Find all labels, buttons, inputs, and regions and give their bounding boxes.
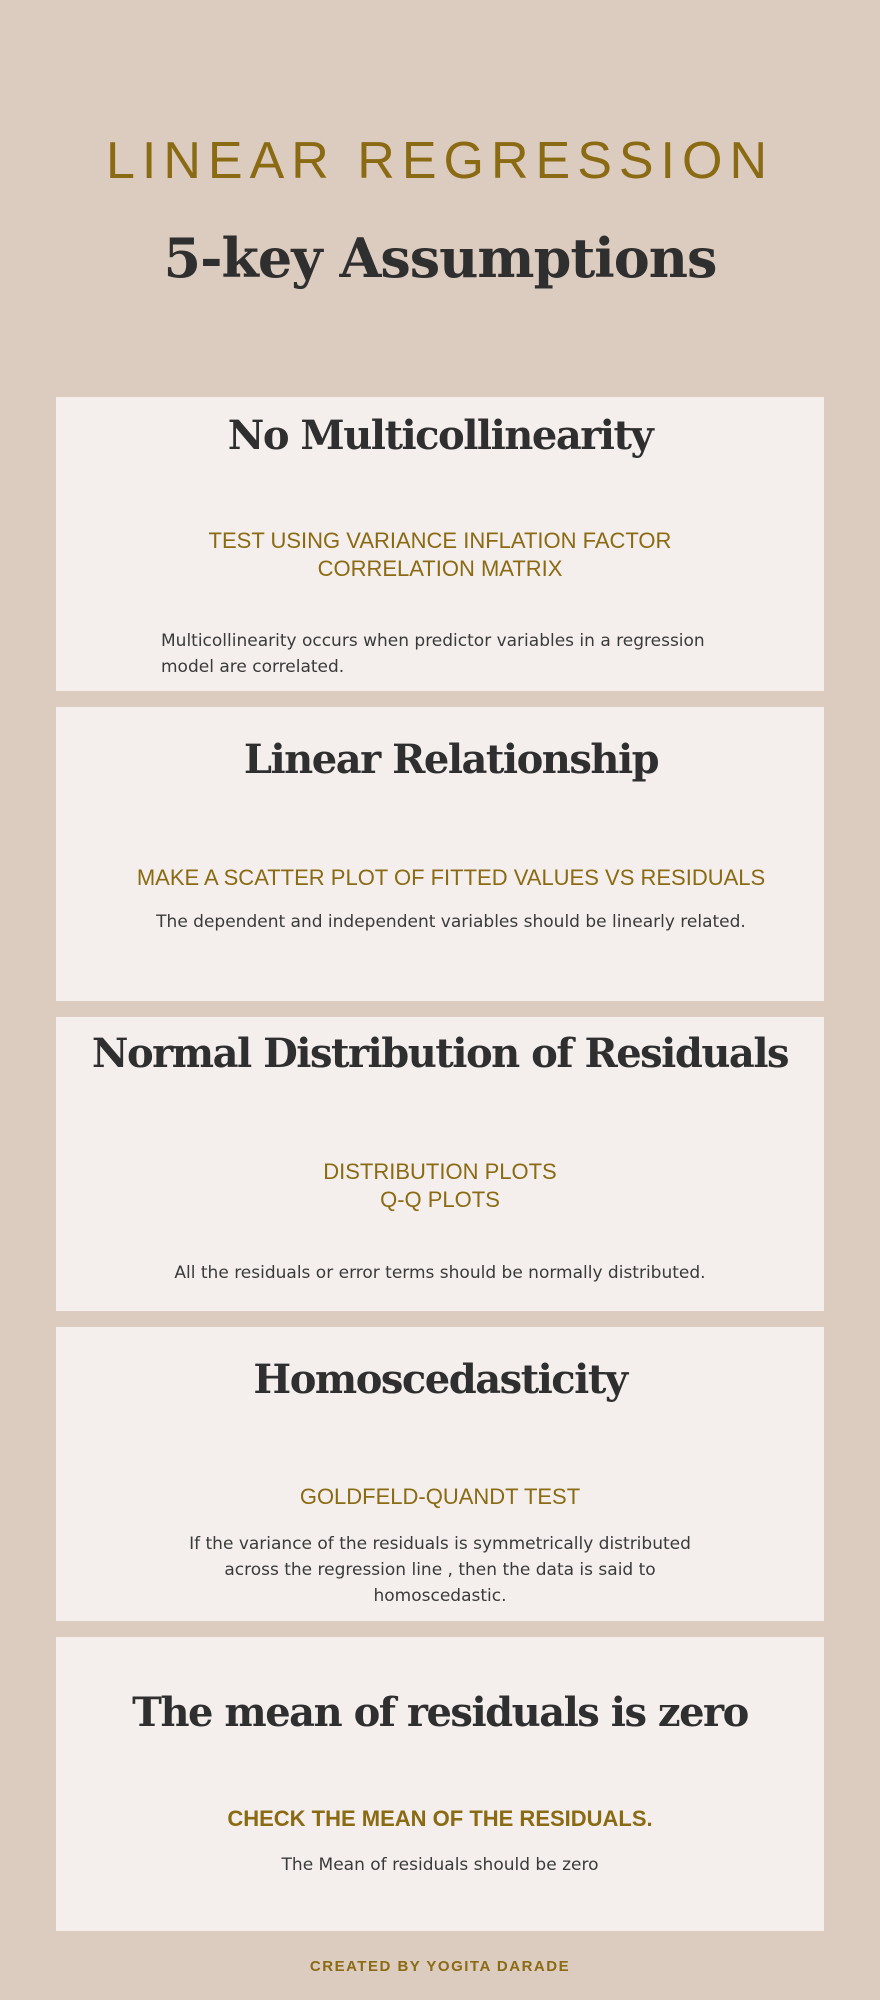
assumption-card-multicollinearity: No Multicollinearity TEST USING VARIANCE…: [56, 397, 824, 691]
card-title: Homoscedasticity: [253, 1356, 628, 1403]
assumption-card-linear-relationship: Linear Relationship MAKE A SCATTER PLOT …: [56, 707, 824, 1001]
card-method: MAKE A SCATTER PLOT OF FITTED VALUES VS …: [67, 864, 835, 892]
card-method: GOLDFELD-QUANDT TEST: [56, 1483, 824, 1511]
card-method-line: TEST USING VARIANCE INFLATION FACTOR: [208, 528, 672, 553]
card-method-line: CORRELATION MATRIX: [317, 556, 563, 581]
card-description: Multicollinearity occurs when predictor …: [161, 631, 705, 677]
assumption-card-normal-distribution: Normal Distribution of Residuals DISTRIB…: [56, 1017, 824, 1311]
card-method-line: MAKE A SCATTER PLOT OF FITTED VALUES VS …: [136, 865, 766, 890]
card-title: Normal Distribution of Residuals: [91, 1030, 790, 1077]
assumption-card-mean-of-residuals: The mean of residuals is zero CHECK THE …: [56, 1637, 824, 1931]
card-method-line: GOLDFELD-QUANDT TEST: [299, 1484, 581, 1509]
card-title: Linear Relationship: [243, 736, 660, 783]
card-method-line: Q-Q PLOTS: [380, 1187, 500, 1212]
card-method-line: DISTRIBUTION PLOTS: [323, 1159, 557, 1184]
card-description: The Mean of residuals should be zero: [281, 1855, 599, 1875]
card-method: TEST USING VARIANCE INFLATION FACTOR COR…: [56, 527, 824, 583]
card-method: CHECK THE MEAN OF THE RESIDUALS.: [56, 1805, 824, 1833]
card-method: DISTRIBUTION PLOTS Q-Q PLOTS: [56, 1158, 824, 1214]
creator-credit: CREATED BY YOGITA DARADE: [309, 1958, 571, 1975]
card-method-line: CHECK THE MEAN OF THE RESIDUALS.: [227, 1806, 653, 1831]
card-description: All the residuals or error terms should …: [174, 1263, 706, 1283]
page-title: 5-key Assumptions: [163, 226, 718, 290]
card-title: No Multicollinearity: [227, 412, 654, 459]
header-kicker: LINEAR REGRESSION: [105, 132, 775, 190]
assumption-card-homoscedasticity: Homoscedasticity GOLDFELD-QUANDT TEST If…: [56, 1327, 824, 1621]
card-description: The dependent and independent variables …: [156, 912, 746, 932]
card-description: If the variance of the residuals is symm…: [189, 1534, 691, 1606]
card-title: The mean of residuals is zero: [132, 1689, 749, 1736]
